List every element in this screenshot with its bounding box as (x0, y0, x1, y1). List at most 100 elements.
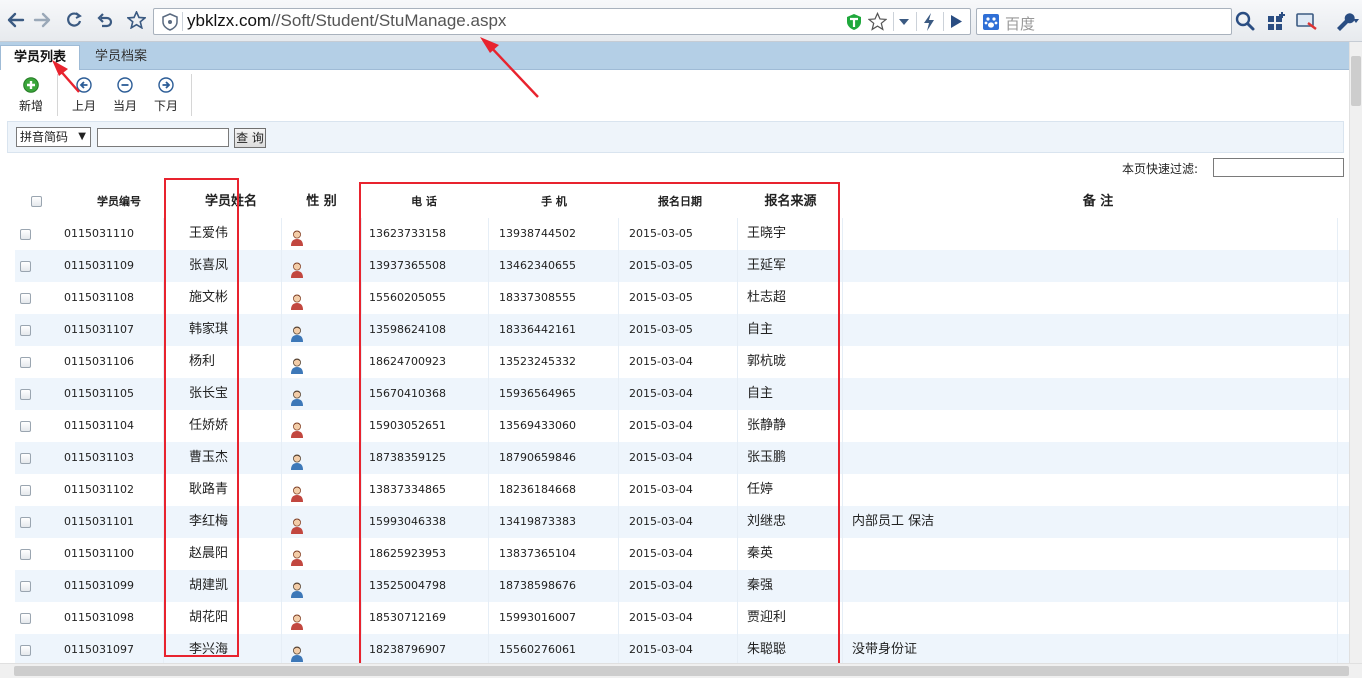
cell-id: 0115031107 (64, 314, 164, 346)
cell-note (848, 314, 1338, 346)
baidu-paw-icon (983, 14, 999, 30)
col-student-id[interactable]: 学员编号 (64, 186, 174, 218)
verified-shield-icon[interactable] (846, 13, 862, 31)
search-keyword-input[interactable] (97, 128, 229, 147)
add-icon (23, 77, 39, 93)
this-month-button[interactable]: 当月 (105, 74, 145, 114)
cell-id: 0115031110 (64, 218, 164, 250)
male-user-icon (290, 386, 304, 410)
back-icon[interactable] (5, 9, 27, 31)
row-checkbox[interactable] (20, 613, 31, 624)
favorite-star-icon[interactable] (868, 12, 887, 31)
cell-note (848, 410, 1338, 442)
toolbar-divider (57, 74, 58, 116)
male-user-icon (290, 450, 304, 474)
search-bar[interactable]: 百度 (976, 8, 1232, 35)
horizontal-scrollbar[interactable] (0, 663, 1362, 678)
cell-id: 0115031098 (64, 602, 164, 634)
row-checkbox[interactable] (20, 581, 31, 592)
next-month-button[interactable]: 下月 (146, 74, 186, 114)
prev-month-label: 上月 (71, 99, 96, 113)
female-user-icon (290, 258, 304, 282)
cell-note: 没带身份证 (848, 634, 1338, 666)
cell-note (848, 570, 1338, 602)
apps-grid-icon[interactable] (1268, 12, 1286, 30)
row-checkbox[interactable] (20, 229, 31, 240)
undo-icon[interactable] (94, 9, 116, 31)
cell-id: 0115031102 (64, 474, 164, 506)
tab-bar: 学员列表 学员档案 (0, 42, 1349, 71)
quick-filter-label: 本页快速过滤: (1122, 162, 1199, 176)
search-field-select[interactable]: 拼音简码 ▼ (16, 127, 91, 147)
sex-cell (284, 378, 362, 410)
url-path: //Soft/Student/StuManage.aspx (271, 11, 507, 30)
cell-note (848, 250, 1338, 282)
horizontal-scroll-thumb[interactable] (14, 666, 1349, 676)
cell-id: 0115031108 (64, 282, 164, 314)
row-checkbox[interactable] (20, 517, 31, 528)
action-toolbar: 新增 上月 当月 下月 (0, 70, 1349, 122)
go-icon[interactable] (951, 15, 962, 28)
annotation-box-contact-columns (359, 182, 840, 677)
reload-icon[interactable] (63, 9, 85, 31)
row-checkbox[interactable] (20, 389, 31, 400)
address-bar[interactable]: ybklzx.com//Soft/Student/StuManage.aspx (153, 8, 971, 35)
row-checkbox[interactable] (20, 421, 31, 432)
search-placeholder: 百度 (1005, 15, 1036, 33)
select-all-checkbox[interactable] (31, 196, 42, 207)
cell-id: 0115031109 (64, 250, 164, 282)
sex-cell (284, 250, 362, 282)
male-user-icon (290, 578, 304, 602)
sex-cell (284, 602, 362, 634)
prev-month-button[interactable]: 上月 (64, 74, 104, 114)
query-button[interactable]: 查 询 (234, 128, 266, 148)
url-text[interactable]: ybklzx.com//Soft/Student/StuManage.aspx (187, 11, 506, 31)
row-checkbox[interactable] (20, 325, 31, 336)
cell-id: 0115031099 (64, 570, 164, 602)
sex-cell (284, 506, 362, 538)
search-panel: 拼音简码 ▼ 查 询 (7, 121, 1344, 153)
add-button[interactable]: 新增 (11, 74, 51, 114)
sex-cell (284, 346, 362, 378)
lightning-icon[interactable] (922, 13, 936, 31)
bookmark-star-icon[interactable] (125, 9, 147, 31)
row-checkbox[interactable] (20, 453, 31, 464)
select-arrow-icon: ▼ (78, 131, 86, 142)
vertical-scroll-thumb[interactable] (1351, 56, 1361, 106)
female-user-icon (290, 514, 304, 538)
cell-note (848, 378, 1338, 410)
tab-student-list[interactable]: 学员列表 (0, 45, 81, 71)
next-month-label: 下月 (153, 99, 178, 113)
row-checkbox[interactable] (20, 549, 31, 560)
row-checkbox[interactable] (20, 485, 31, 496)
cell-id: 0115031105 (64, 378, 164, 410)
sex-cell (284, 634, 362, 666)
vertical-scrollbar[interactable] (1349, 42, 1362, 664)
row-checkbox[interactable] (20, 357, 31, 368)
cell-note (848, 346, 1338, 378)
cell-note (848, 282, 1338, 314)
url-dropdown-icon[interactable] (899, 19, 909, 26)
sex-cell (284, 410, 362, 442)
cell-note (848, 474, 1338, 506)
col-sex[interactable]: 性 别 (284, 186, 359, 218)
add-label: 新增 (18, 99, 43, 113)
quick-filter-input[interactable] (1213, 158, 1344, 177)
toolbar-divider (191, 74, 192, 116)
sex-cell (284, 538, 362, 570)
forward-icon[interactable] (31, 9, 53, 31)
cell-id: 0115031104 (64, 410, 164, 442)
cell-note (848, 538, 1338, 570)
search-field-value: 拼音简码 (20, 130, 69, 144)
screenshot-tool-icon[interactable] (1296, 11, 1318, 31)
tab-student-archive[interactable]: 学员档案 (82, 45, 160, 70)
cell-note (848, 218, 1338, 250)
row-checkbox[interactable] (20, 261, 31, 272)
row-checkbox[interactable] (20, 293, 31, 304)
col-remark[interactable]: 备 注 (848, 186, 1348, 218)
row-checkbox[interactable] (20, 645, 31, 656)
sex-cell (284, 314, 362, 346)
tools-wrench-icon[interactable] (1334, 11, 1360, 31)
search-icon[interactable] (1233, 9, 1257, 33)
cell-note (848, 442, 1338, 474)
